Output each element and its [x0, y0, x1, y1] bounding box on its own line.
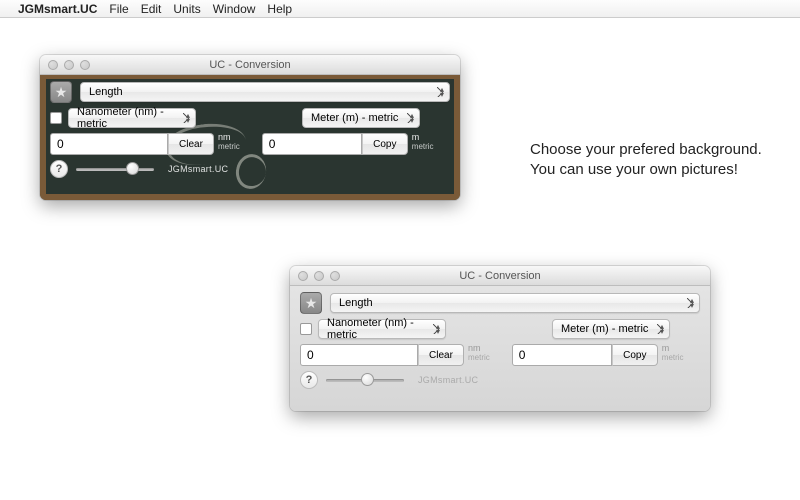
from-unit-badge: nm metric [218, 133, 240, 151]
to-unit-value: Meter (m) - metric [561, 323, 648, 335]
slider-knob[interactable] [126, 162, 139, 175]
to-value-text: 0 [269, 137, 276, 151]
conversion-window-chalkboard: UC - Conversion ★ Length ▴▾ Nanometer (n… [40, 55, 460, 200]
star-icon: ★ [305, 295, 318, 312]
close-button[interactable] [48, 60, 58, 70]
promo-text: Choose your prefered background. You can… [530, 140, 762, 181]
promo-line-2: You can use your own pictures! [530, 160, 762, 180]
traffic-lights [48, 60, 90, 70]
category-select[interactable]: Length ▴▾ [80, 82, 450, 102]
to-unit-value: Meter (m) - metric [311, 112, 398, 124]
minimize-button[interactable] [64, 60, 74, 70]
menu-edit[interactable]: Edit [141, 2, 162, 16]
brand-label: JGMsmart.UC [418, 375, 478, 385]
clear-button[interactable]: Clear [168, 133, 214, 155]
to-value-output[interactable]: 0 [262, 133, 362, 155]
from-unit-badge: nm metric [468, 344, 490, 362]
from-unit-select[interactable]: Nanometer (nm) - metric ▴▾ [68, 108, 196, 128]
window-title: UC - Conversion [40, 59, 460, 71]
titlebar[interactable]: UC - Conversion [290, 266, 710, 286]
from-unit-value: Nanometer (nm) - metric [327, 317, 427, 341]
lock-checkbox[interactable] [300, 323, 312, 335]
menu-window[interactable]: Window [213, 2, 256, 16]
menu-units[interactable]: Units [173, 2, 200, 16]
favorite-button[interactable]: ★ [50, 81, 72, 103]
minimize-button[interactable] [314, 271, 324, 281]
brand-label: JGMsmart.UC [168, 164, 228, 174]
promo-line-1: Choose your prefered background. [530, 140, 762, 160]
from-unit-value: Nanometer (nm) - metric [77, 106, 177, 130]
to-value-output[interactable]: 0 [512, 344, 612, 366]
window-title: UC - Conversion [290, 270, 710, 282]
from-unit-select[interactable]: Nanometer (nm) - metric ▴▾ [318, 319, 446, 339]
to-value-text: 0 [519, 348, 526, 362]
copy-button[interactable]: Copy [362, 133, 408, 155]
to-unit-select[interactable]: Meter (m) - metric ▴▾ [302, 108, 420, 128]
menubar: JGMsmart.UC File Edit Units Window Help [0, 0, 800, 18]
category-value: Length [339, 297, 373, 309]
help-button[interactable]: ? [50, 160, 68, 178]
star-icon: ★ [55, 84, 68, 101]
from-value-text: 0 [57, 137, 64, 151]
titlebar[interactable]: UC - Conversion [40, 55, 460, 75]
slider-track [76, 168, 154, 171]
traffic-lights [298, 271, 340, 281]
menu-help[interactable]: Help [267, 2, 292, 16]
opacity-slider[interactable] [76, 162, 154, 176]
to-unit-badge: m metric [662, 344, 684, 362]
from-value-text: 0 [307, 348, 314, 362]
favorite-button[interactable]: ★ [300, 292, 322, 314]
zoom-button[interactable] [330, 271, 340, 281]
clear-button[interactable]: Clear [418, 344, 464, 366]
conversion-window-plain: UC - Conversion ★ Length ▴▾ Nanometer (n… [290, 266, 710, 411]
copy-button[interactable]: Copy [612, 344, 658, 366]
from-value-input[interactable]: 0 [300, 344, 418, 366]
opacity-slider[interactable] [326, 373, 404, 387]
app-menu[interactable]: JGMsmart.UC [18, 2, 97, 16]
category-select[interactable]: Length ▴▾ [330, 293, 700, 313]
zoom-button[interactable] [80, 60, 90, 70]
close-button[interactable] [298, 271, 308, 281]
lock-checkbox[interactable] [50, 112, 62, 124]
help-button[interactable]: ? [300, 371, 318, 389]
category-value: Length [89, 86, 123, 98]
to-unit-badge: m metric [412, 133, 434, 151]
slider-knob[interactable] [361, 373, 374, 386]
to-unit-select[interactable]: Meter (m) - metric ▴▾ [552, 319, 670, 339]
from-value-input[interactable]: 0 [50, 133, 168, 155]
menu-file[interactable]: File [109, 2, 128, 16]
